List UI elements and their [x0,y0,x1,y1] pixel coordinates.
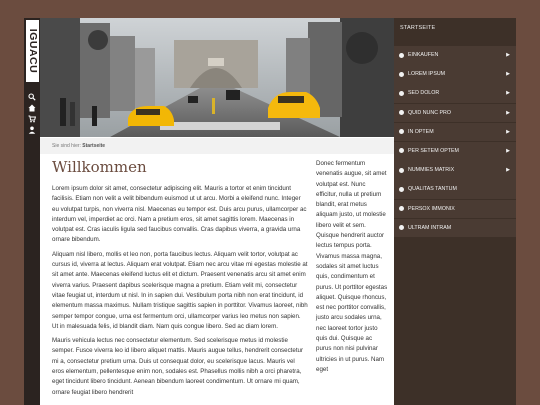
cart-icon[interactable] [27,115,37,125]
bullet-icon [399,148,404,154]
paragraph: Mauris vehicula lectus nec consectetur e… [52,337,304,396]
sidebar-item-lorem-ipsum[interactable]: Lorem Ipsum ▶ [394,65,516,84]
search-icon[interactable] [27,93,37,103]
bullet-icon [399,186,404,192]
sidebar-item-label: Quid Nunc Pro [408,109,451,116]
bullet-icon [399,167,404,173]
sidebar-item-quid-nunc-pro[interactable]: Quid Nunc Pro ▶ [394,103,516,123]
bullet-icon [399,110,404,116]
caret-right-icon: ▶ [506,128,510,135]
sidebar-heading[interactable]: STARTSEITE [394,18,516,38]
bullet-icon [399,225,404,231]
sidebar-item-nummies-matrix[interactable]: Nummies Matrix ▶ [394,161,516,180]
bullet-icon [399,52,404,58]
bullet-icon [399,90,404,96]
caret-right-icon: ▶ [506,90,510,97]
sidebar-item-ultram-intram[interactable]: Ultram Intram [394,218,516,238]
caret-right-icon: ▶ [506,109,510,116]
sidebar-item-per-setem-optem[interactable]: Per Setem Optem ▶ [394,141,516,161]
sidebar-item-label: Lorem Ipsum [408,71,446,78]
sidebar-item-qualitas-tantum[interactable]: Qualitas Tantum [394,180,516,199]
sidebar-item-label: In Optem [408,128,434,135]
sidebar-item-label: Nummies Matrix [408,167,455,174]
bullet-icon [399,206,404,211]
sidebar-item-label: Einkaufen [408,52,439,58]
caret-right-icon: ▶ [506,52,510,58]
bullet-icon [399,129,404,135]
sidebar-item-label: Sed Dolor [408,90,440,97]
sidebar-item-label: Persox Immonix [408,205,455,212]
sidebar-item-label: Qualitas Tantum [408,186,457,193]
home-icon[interactable] [27,104,37,114]
caret-right-icon: ▶ [506,71,510,78]
user-icon[interactable] [27,126,37,136]
sidebar-item-sed-dolor[interactable]: Sed Dolor ▶ [394,84,516,103]
article: Willkommen Lorem ipsum dolor sit amet, c… [52,156,308,402]
page-title: Willkommen [52,158,147,176]
sidebar-menu: Einkaufen ▶ Lorem Ipsum ▶ Sed Dolor ▶ Quid … [394,46,516,238]
sidebar-item-in-optem[interactable]: In Optem ▶ [394,122,516,142]
breadcrumb-current[interactable]: Startseite [82,143,105,149]
page-margin [516,18,540,405]
logo-text: IGUACU [27,28,39,74]
sidebar-item-label: Ultram Intram [408,224,452,231]
caret-right-icon: ▶ [506,147,510,154]
sidebar-item-persox-immonix[interactable]: Persox Immonix [394,199,516,219]
caret-right-icon: ▶ [506,167,510,174]
paragraph: Lorem ipsum dolor sit amet, consectetur … [52,185,307,244]
sidebar-item-einkaufen[interactable]: Einkaufen ▶ [394,46,516,65]
paragraph: Aliquam nisl libero, mollis et leo non, … [52,250,308,330]
main-content: Sie sind hier: Startseite Willkommen Lor… [40,18,394,405]
aside-text: Donec fermentum venenatis augue, sit ame… [316,160,388,373]
breadcrumb: Sie sind hier: Startseite [40,138,394,154]
sidebar-item-label: Per Setem Optem [408,147,459,154]
breadcrumb-prefix: Sie sind hier: [52,143,81,149]
site-logo[interactable]: IGUACU [26,20,39,82]
sidebar-nav: STARTSEITE Einkaufen ▶ Lorem Ipsum ▶ Sed D… [394,18,516,405]
bullet-icon [399,71,404,77]
hero-image [40,18,394,137]
